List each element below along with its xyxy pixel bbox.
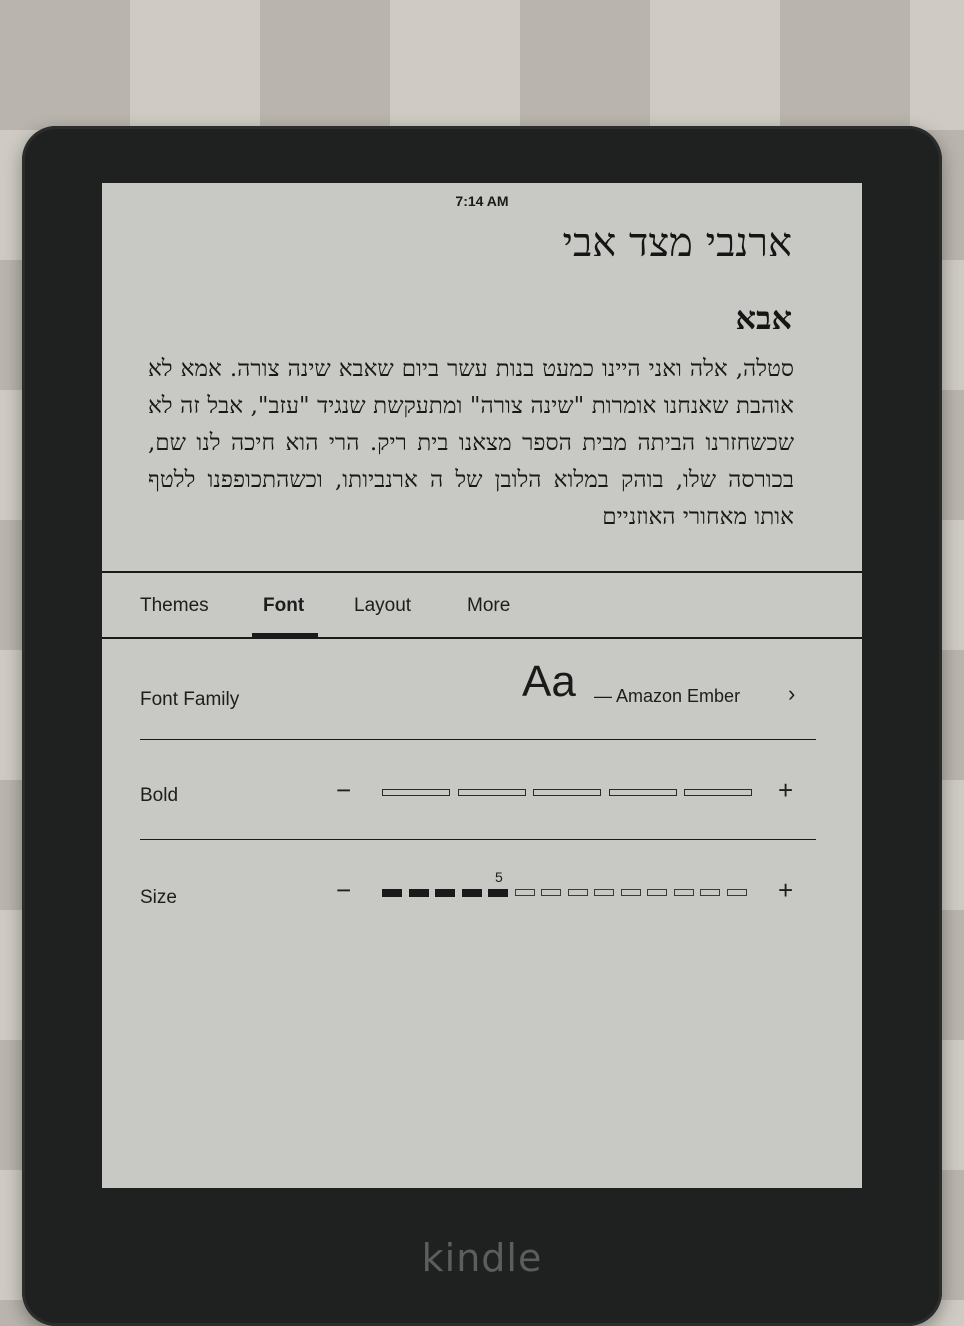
size-segment[interactable] xyxy=(726,889,747,896)
tab-layout[interactable]: Layout xyxy=(354,595,411,617)
size-segment[interactable] xyxy=(382,889,402,897)
size-segment[interactable] xyxy=(620,889,641,896)
size-decrease-button[interactable]: − xyxy=(336,877,351,903)
size-increase-button[interactable]: + xyxy=(778,877,793,903)
bold-decrease-button[interactable]: − xyxy=(336,777,351,803)
bold-segment[interactable] xyxy=(608,789,677,796)
size-segment[interactable] xyxy=(541,889,561,896)
font-family-value: — Amazon Ember xyxy=(594,686,741,706)
tab-font[interactable]: Font xyxy=(263,595,304,617)
size-value: 5 xyxy=(495,869,503,885)
size-label: Size xyxy=(140,887,177,908)
size-segment[interactable] xyxy=(594,889,614,896)
bold-increase-button[interactable]: + xyxy=(778,777,793,803)
kindle-logo: kindle xyxy=(421,1236,543,1280)
font-sample: Aa xyxy=(522,657,576,706)
e-ink-screen: 7:14 AM ארנבי מצד אבי אבא סטלה, אלה ואני… xyxy=(102,183,862,1188)
tab-themes[interactable]: Themes xyxy=(140,595,209,617)
bold-segment[interactable] xyxy=(684,789,752,796)
size-segment[interactable] xyxy=(514,889,535,896)
font-family-label: Font Family xyxy=(140,689,240,710)
divider xyxy=(140,739,816,740)
size-segment[interactable] xyxy=(567,889,588,896)
bold-segment[interactable] xyxy=(533,789,601,796)
tab-more[interactable]: More xyxy=(467,595,510,617)
chapter-title: אבא xyxy=(735,299,792,337)
size-segment[interactable] xyxy=(435,889,455,897)
chevron-right-icon[interactable]: › xyxy=(788,681,795,707)
size-segment[interactable] xyxy=(461,889,482,897)
size-segment[interactable] xyxy=(700,889,720,896)
size-segment[interactable] xyxy=(647,889,667,896)
book-page-text[interactable]: סטלה, אלה ואני היינו כמעט בנות עשר ביום … xyxy=(148,351,794,571)
active-tab-indicator xyxy=(252,633,318,638)
book-title: ארנבי מצד אבי xyxy=(562,220,792,266)
status-time: 7:14 AM xyxy=(455,193,509,209)
divider xyxy=(140,839,816,840)
bold-segment[interactable] xyxy=(457,789,526,796)
display-settings-panel: Themes Font Layout More Font Family Aa —… xyxy=(102,571,862,1188)
size-segment[interactable] xyxy=(408,889,429,897)
settings-tabs: Themes Font Layout More xyxy=(102,573,862,639)
bold-label: Bold xyxy=(140,785,179,806)
bold-segment[interactable] xyxy=(382,789,450,796)
size-segment[interactable] xyxy=(673,889,694,896)
size-segment[interactable] xyxy=(488,889,508,897)
